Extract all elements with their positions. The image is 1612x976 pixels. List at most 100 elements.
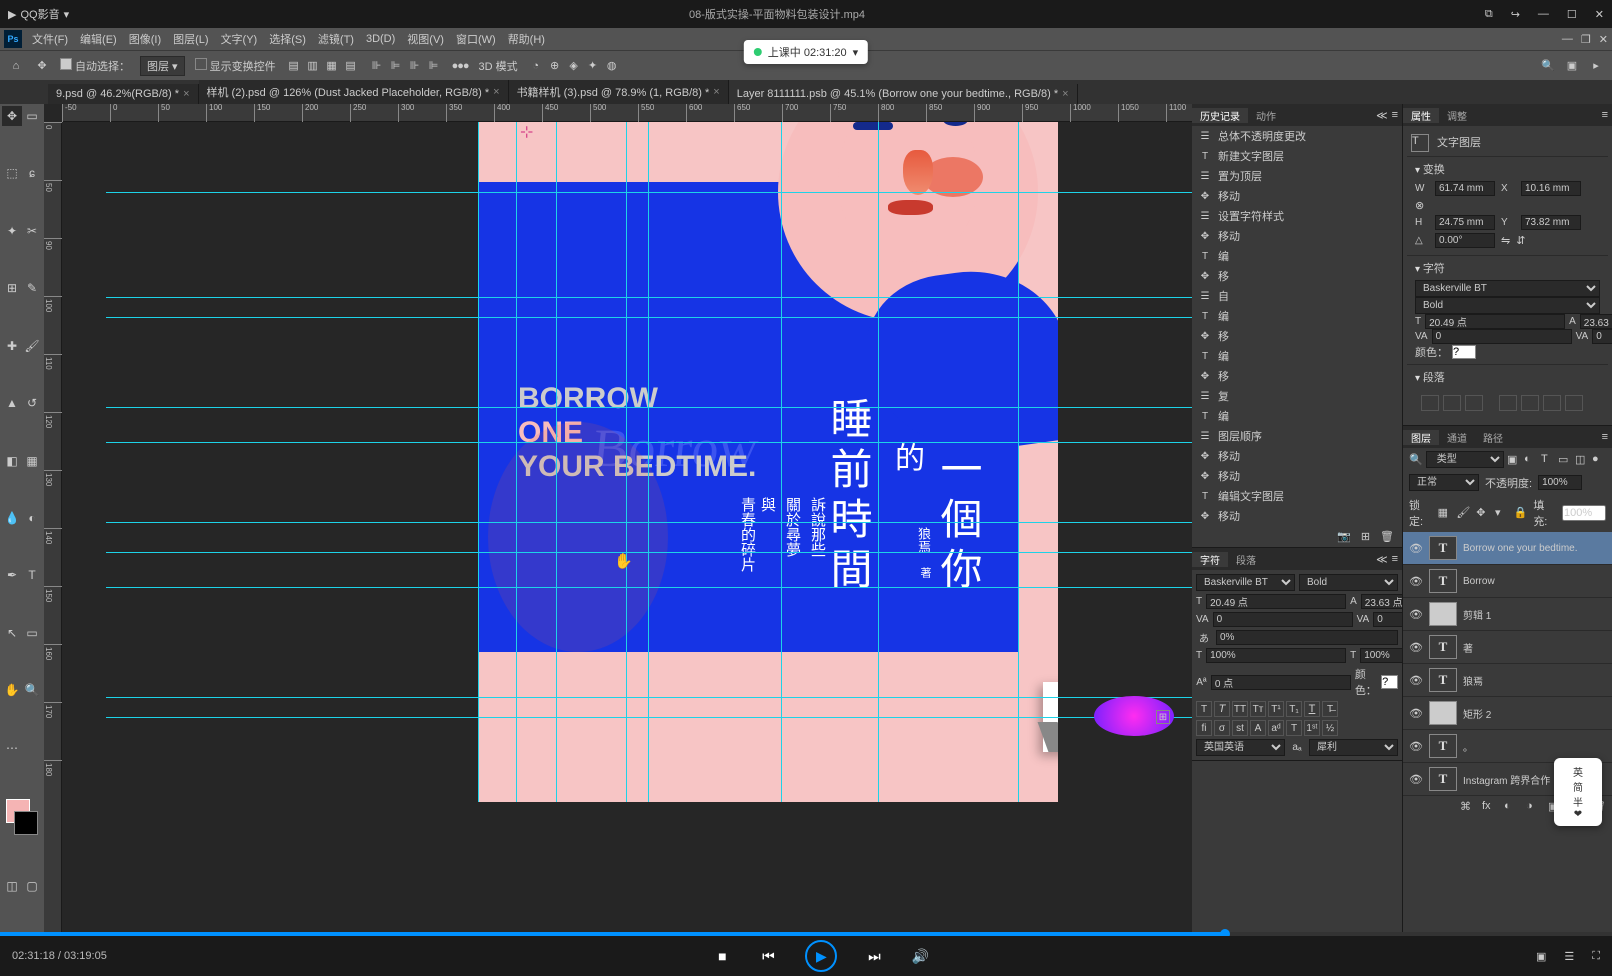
visibility-icon[interactable]: 👁: [1409, 641, 1423, 654]
justify-left-button[interactable]: [1499, 395, 1517, 411]
guide-v[interactable]: [1018, 122, 1019, 802]
tab-close-icon[interactable]: ×: [493, 86, 499, 98]
quickmask-tool[interactable]: ◫: [2, 876, 22, 896]
add-icon[interactable]: ⊞: [1156, 710, 1170, 724]
adj-icon[interactable]: ◑: [1526, 800, 1540, 814]
justify-all-button[interactable]: [1565, 395, 1583, 411]
eyedropper-tool[interactable]: ✎: [22, 278, 42, 298]
workspace-icon[interactable]: ▣: [1564, 58, 1580, 74]
menu-image[interactable]: 图像(I): [123, 31, 167, 47]
pen-tool[interactable]: ✒: [2, 565, 22, 585]
home-icon[interactable]: ⌂: [8, 58, 24, 74]
tab-close-icon[interactable]: ×: [1062, 88, 1068, 100]
guide-v[interactable]: [648, 122, 649, 802]
size-input-2[interactable]: [1425, 314, 1565, 329]
doc-tab-1[interactable]: 9.psd @ 46.2%(RGB/8) *×: [48, 84, 199, 104]
ime-helper[interactable]: 英简半❤: [1554, 758, 1602, 826]
doc-tab-4[interactable]: Layer 8111111.psb @ 45.1% (Borrow one yo…: [729, 84, 1078, 104]
italic-button[interactable]: T: [1214, 701, 1230, 717]
playlist-button[interactable]: ☰: [1564, 950, 1574, 963]
menu-filter[interactable]: 滤镜(T): [312, 31, 360, 47]
background-color[interactable]: [14, 811, 38, 835]
visibility-icon[interactable]: 👁: [1409, 740, 1423, 753]
lock-move-icon[interactable]: ✥: [1476, 506, 1489, 520]
guide-h[interactable]: [106, 522, 1192, 523]
va-input[interactable]: [1213, 612, 1353, 627]
history-item[interactable]: ✥移: [1192, 266, 1402, 286]
doc-tab-2[interactable]: 样机 (2).psd @ 126% (Dust Jacked Placehold…: [199, 80, 509, 104]
minimize-icon[interactable]: —: [1538, 8, 1549, 20]
mask-icon[interactable]: ◐: [1504, 800, 1518, 814]
brush-tool[interactable]: 🖌: [22, 336, 42, 356]
align-center-icon[interactable]: ▥: [305, 58, 321, 74]
zoom-tool[interactable]: 🔍: [22, 680, 42, 700]
height-input[interactable]: [1435, 215, 1495, 230]
type-tool[interactable]: T: [22, 565, 42, 585]
align-right-icon[interactable]: ▦: [324, 58, 340, 74]
lesson-arrow-icon[interactable]: ▾: [853, 46, 859, 59]
history-item[interactable]: ✥移动: [1192, 506, 1402, 526]
history-item[interactable]: T编: [1192, 246, 1402, 266]
history-item[interactable]: T编辑文字图层: [1192, 486, 1402, 506]
history-item[interactable]: ✥移动: [1192, 186, 1402, 206]
vertical-ruler[interactable]: 05090100110120130140150160170180: [44, 122, 62, 936]
guide-h[interactable]: [106, 297, 1192, 298]
panel-menu-icon[interactable]: ≡: [1602, 431, 1608, 443]
lock-nest-icon[interactable]: ▾: [1495, 506, 1508, 520]
history-item[interactable]: T编: [1192, 306, 1402, 326]
filter-icon[interactable]: 🔍: [1409, 453, 1423, 466]
text-color-swatch[interactable]: ?: [1381, 675, 1398, 689]
font-select[interactable]: Baskerville BT: [1196, 574, 1295, 591]
history-brush-tool[interactable]: ↺: [22, 393, 42, 413]
blur-tool[interactable]: 💧: [2, 508, 22, 528]
volume-button[interactable]: 🔊: [911, 947, 929, 965]
strike-button[interactable]: T̶: [1322, 701, 1338, 717]
history-item[interactable]: ✥移动: [1192, 226, 1402, 246]
visibility-icon[interactable]: 👁: [1409, 773, 1423, 786]
half-button[interactable]: ½: [1322, 720, 1338, 736]
snapshot-button[interactable]: ▣: [1536, 950, 1546, 963]
3d-4-icon[interactable]: ✦: [585, 58, 601, 74]
close-icon[interactable]: ✕: [1595, 8, 1604, 21]
screenmode-tool[interactable]: ▢: [22, 876, 42, 896]
para-header[interactable]: ▾ 段落: [1415, 369, 1600, 385]
aa-select[interactable]: 犀利: [1309, 739, 1398, 756]
transform-header[interactable]: ▾ 变换: [1415, 161, 1600, 177]
sub-button[interactable]: T₁: [1286, 701, 1302, 717]
link-layers-icon[interactable]: ⌘: [1460, 800, 1474, 814]
adjust-tab[interactable]: 调整: [1439, 108, 1475, 123]
forward-icon[interactable]: ↪: [1511, 8, 1520, 21]
hand-tool[interactable]: ✋: [2, 680, 22, 700]
align-center-button[interactable]: [1443, 395, 1461, 411]
filter-smart-icon[interactable]: ◫: [1575, 453, 1589, 467]
guide-h[interactable]: [106, 717, 1192, 718]
search-icon[interactable]: 🔍: [1540, 58, 1556, 74]
heal-tool[interactable]: ✚: [2, 336, 22, 356]
x-input[interactable]: [1521, 181, 1581, 196]
ps-icon[interactable]: Ps: [4, 30, 22, 48]
history-item[interactable]: T编: [1192, 406, 1402, 426]
visibility-icon[interactable]: 👁: [1409, 608, 1423, 621]
3d-5-icon[interactable]: ◍: [604, 58, 620, 74]
align-right-button[interactable]: [1465, 395, 1483, 411]
canvas[interactable]: -500501001502002503003504004505005506006…: [44, 104, 1192, 936]
history-item[interactable]: ☰自: [1192, 286, 1402, 306]
history-item[interactable]: ✥移动: [1192, 466, 1402, 486]
eraser-tool[interactable]: ◧: [2, 451, 22, 471]
fill-input[interactable]: [1562, 505, 1606, 521]
lasso-tool[interactable]: ɕ: [22, 163, 42, 183]
history-item[interactable]: ☰设置字符样式: [1192, 206, 1402, 226]
history-item[interactable]: ✥移动: [1192, 446, 1402, 466]
3d-3-icon[interactable]: ◈: [566, 58, 582, 74]
frame-tool[interactable]: ⊞: [2, 278, 22, 298]
next-button[interactable]: ⏭: [865, 947, 883, 965]
panel-collapse-icon[interactable]: ≪: [1376, 553, 1388, 566]
dist-2-icon[interactable]: ⊫: [388, 58, 404, 74]
filter-adj-icon[interactable]: ◐: [1524, 453, 1538, 467]
crop-tool[interactable]: ✂: [22, 221, 42, 241]
history-delete-icon[interactable]: 🗑: [1380, 530, 1394, 543]
artboard-tool[interactable]: ▭: [22, 106, 42, 126]
filter-toggle[interactable]: ●: [1592, 453, 1606, 467]
guide-h[interactable]: [106, 442, 1192, 443]
layer-row[interactable]: 👁T狼焉: [1403, 664, 1612, 697]
